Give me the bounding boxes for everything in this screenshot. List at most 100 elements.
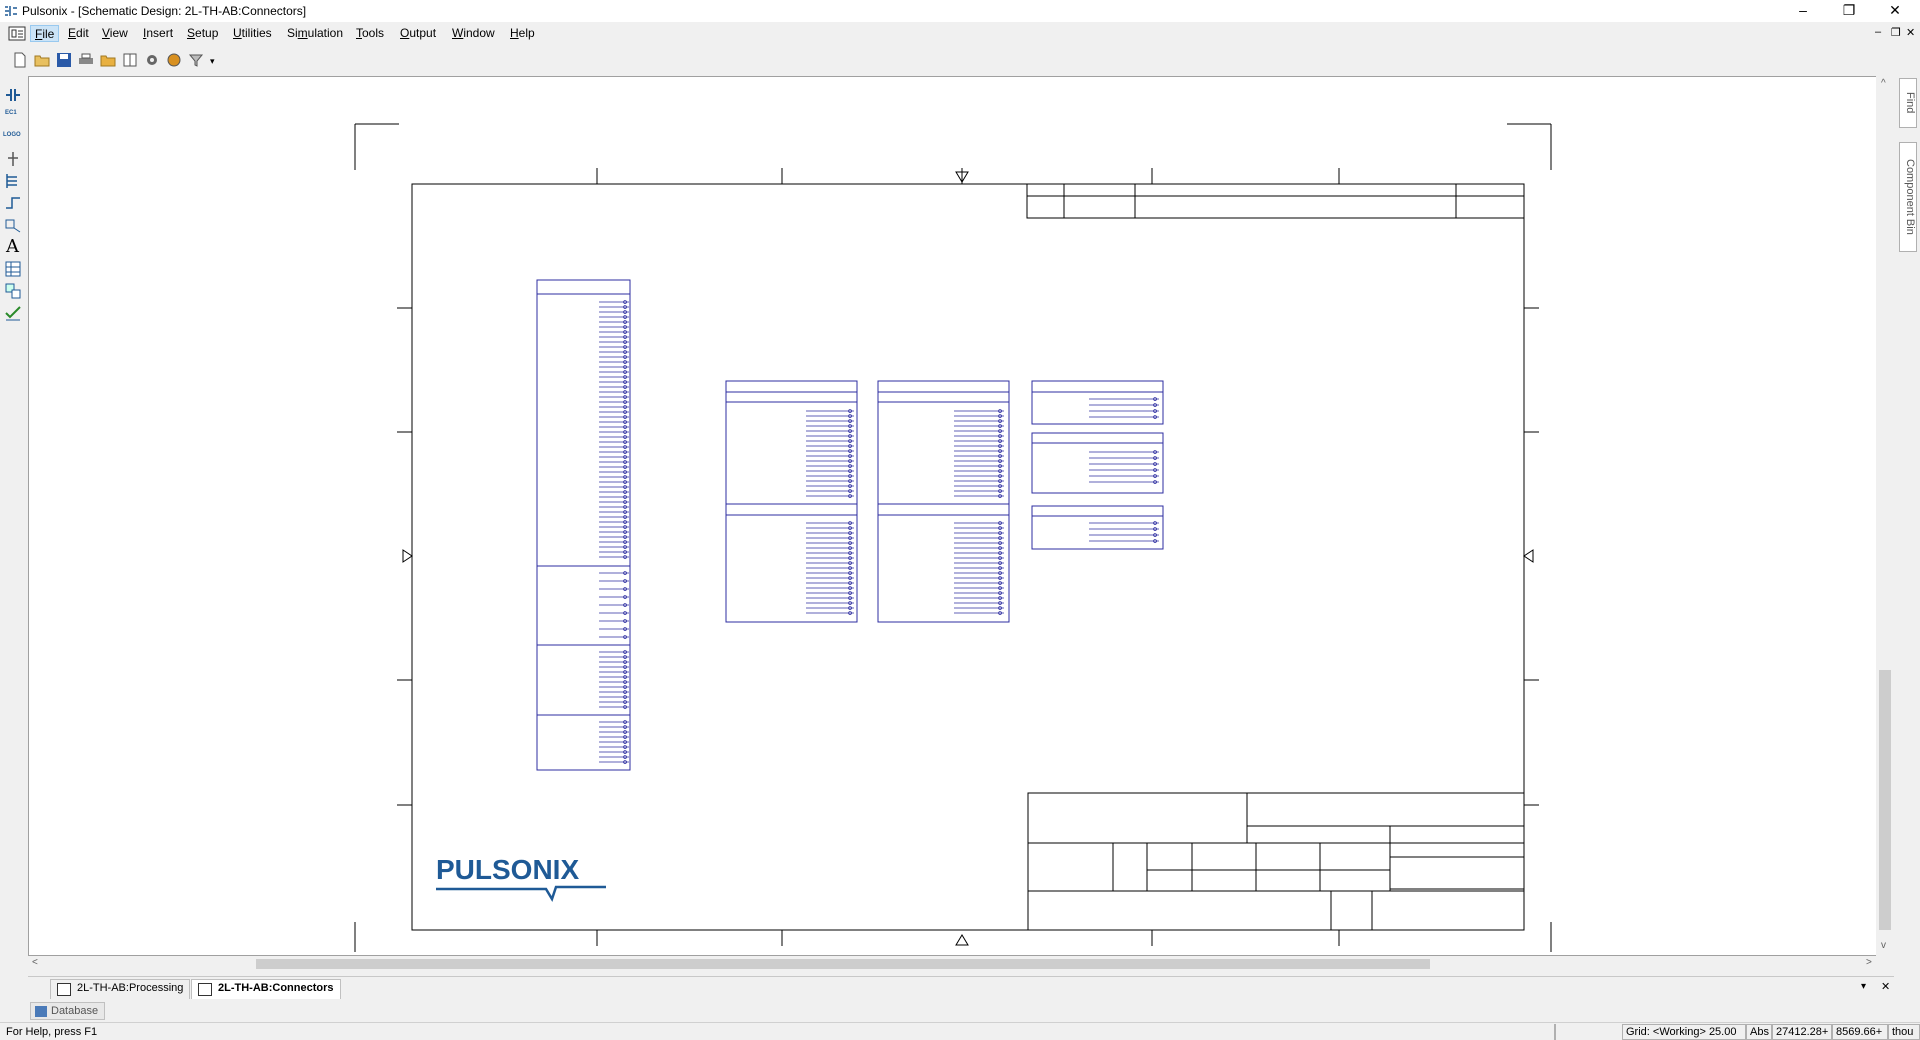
connector-pin <box>1089 456 1159 460</box>
connector-pin <box>599 720 629 724</box>
connector-pin <box>599 410 629 414</box>
database-tab[interactable]: Database <box>30 1002 106 1020</box>
connector-pin <box>806 526 854 530</box>
vertical-scroll-thumb[interactable] <box>1879 670 1891 930</box>
menu-simulation[interactable]: Simulation <box>283 25 347 42</box>
move-icon[interactable] <box>4 216 22 234</box>
table-icon[interactable] <box>4 260 22 278</box>
status-bar: For Help, press F1 Grid: <Working> 25.00… <box>0 1022 1920 1040</box>
menu-tools[interactable]: Tools <box>352 25 388 42</box>
connector-pin <box>954 409 1004 413</box>
tab-processing[interactable]: 2L-TH-AB:Processing <box>50 979 191 999</box>
connector-pin <box>599 430 629 434</box>
component-bin-tab[interactable]: Component Bin <box>1899 142 1917 252</box>
scroll-up-arrow[interactable]: ^ <box>1881 78 1886 89</box>
connector-pin <box>954 566 1004 570</box>
design-icon[interactable] <box>4 282 22 300</box>
connector-pin <box>599 315 629 319</box>
connector-pin <box>599 619 629 623</box>
menu-output[interactable]: Output <box>396 25 440 42</box>
connector-pin <box>599 330 629 334</box>
connector-pin <box>806 586 854 590</box>
connector-pin <box>599 420 629 424</box>
component-icon[interactable]: EC1 <box>5 110 17 116</box>
book-icon[interactable] <box>122 52 138 68</box>
toolbar-overflow-icon[interactable]: ▾ <box>210 56 215 67</box>
connector-pin <box>599 495 629 499</box>
connector-pin <box>806 531 854 535</box>
connector-pin <box>806 484 854 488</box>
menu-insert[interactable]: Insert <box>139 25 177 42</box>
document-menu-icon[interactable] <box>8 26 26 41</box>
connector-pin <box>806 591 854 595</box>
pulsonix-app-icon <box>5 6 17 16</box>
check-icon[interactable] <box>4 304 22 322</box>
connect-icon[interactable] <box>4 194 22 212</box>
open-folder-icon[interactable] <box>34 52 50 68</box>
connector-pin <box>806 444 854 448</box>
connector-pin <box>1089 468 1159 472</box>
connector-pin <box>599 320 629 324</box>
vertical-scrollbar[interactable]: ^ v <box>1876 76 1894 956</box>
connector-pin <box>954 454 1004 458</box>
connector-pin <box>599 540 629 544</box>
connector-pin <box>599 490 629 494</box>
scroll-right-arrow[interactable]: > <box>1866 957 1872 968</box>
sphere-icon[interactable] <box>166 52 182 68</box>
connector-pin <box>599 700 629 704</box>
window-close-button[interactable]: ✕ <box>1872 0 1918 22</box>
connector-pin <box>599 450 629 454</box>
connector-pin <box>599 395 629 399</box>
menu-view[interactable]: View <box>98 25 132 42</box>
connector-pin <box>599 655 629 659</box>
schematic-canvas[interactable]: PULSONIX <box>28 76 1880 956</box>
connector-pin <box>954 439 1004 443</box>
capacitor-icon[interactable] <box>4 86 22 104</box>
tab-connectors[interactable]: 2L-TH-AB:Connectors <box>191 979 341 999</box>
window-minimize-button[interactable]: – <box>1780 0 1826 22</box>
connector-pin <box>599 579 629 583</box>
pin-icon[interactable] <box>4 150 22 168</box>
connector-pin <box>806 551 854 555</box>
tab-list-dropdown-icon[interactable]: ▾ <box>1861 981 1866 992</box>
connector-pin <box>954 484 1004 488</box>
filter-icon[interactable] <box>188 52 204 68</box>
menu-file[interactable]: File <box>30 25 60 42</box>
menu-window[interactable]: Window <box>448 25 499 42</box>
tab-label: 2L-TH-AB:Connectors <box>218 982 334 994</box>
scroll-down-arrow[interactable]: v <box>1881 940 1886 951</box>
menu-setup[interactable]: Setup <box>183 25 222 42</box>
horizontal-scrollbar[interactable]: < > <box>28 956 1894 972</box>
print-icon[interactable] <box>78 52 94 68</box>
connector-pin <box>599 520 629 524</box>
mdi-close-button[interactable]: ✕ <box>1906 26 1915 39</box>
scroll-left-arrow[interactable]: < <box>32 957 38 968</box>
save-icon[interactable] <box>56 52 72 68</box>
find-panel-tab[interactable]: Find <box>1899 78 1917 128</box>
menu-utilities[interactable]: Utilities <box>229 25 276 42</box>
text-icon[interactable]: A <box>6 236 19 257</box>
horizontal-scroll-thumb[interactable] <box>256 959 1430 969</box>
logo-icon[interactable]: LOGO <box>3 132 21 138</box>
window-restore-button[interactable]: ❐ <box>1826 0 1872 22</box>
tab-close-icon[interactable]: ✕ <box>1881 980 1890 993</box>
connector-pin <box>954 586 1004 590</box>
connector-pin <box>954 581 1004 585</box>
connector-pin <box>806 566 854 570</box>
folder-icon[interactable] <box>100 52 116 68</box>
connector-pin <box>599 400 629 404</box>
menu-help[interactable]: Help <box>506 25 539 42</box>
connector-pin <box>806 581 854 585</box>
connector-pin <box>599 603 629 607</box>
bus-icon[interactable] <box>4 172 22 190</box>
mdi-minimize-button[interactable]: – <box>1875 26 1881 38</box>
database-icon <box>35 1006 47 1017</box>
connector-pin <box>806 606 854 610</box>
new-file-icon[interactable] <box>12 52 28 68</box>
mdi-restore-button[interactable]: ❐ <box>1891 26 1901 39</box>
menu-edit[interactable]: Edit <box>64 25 93 42</box>
connector-pin <box>806 596 854 600</box>
schematic-drawing: PULSONIX <box>354 123 1552 952</box>
settings-gear-icon[interactable] <box>144 52 160 68</box>
connector-pin <box>599 545 629 549</box>
